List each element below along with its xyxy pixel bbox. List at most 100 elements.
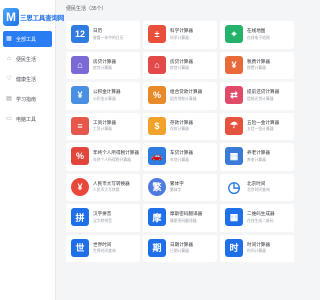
tool-title: 科学计算器 bbox=[170, 28, 193, 33]
year-end-tax-icon: % bbox=[71, 147, 89, 165]
sidebar-item-all-tools[interactable]: ▦ 全部工具 bbox=[3, 31, 52, 47]
tool-card[interactable]: 时时间计算器 时间计算器 bbox=[220, 234, 294, 262]
tool-title: 税费计算器 bbox=[247, 58, 270, 64]
tool-title: 公积金计算器 bbox=[93, 89, 121, 94]
site-logo[interactable]: M 三思工具查询网 bbox=[3, 6, 64, 30]
sidebar-item-computer-tools[interactable]: ▭ 电脑工具 bbox=[0, 111, 55, 127]
tool-card[interactable]: ⌂ 房贷计算器 房贷计算器 bbox=[143, 51, 217, 79]
tool-title: 年终个人所得税计算器 bbox=[93, 150, 139, 155]
early-repayment-icon: ⇄ bbox=[225, 86, 243, 104]
tool-grid: 12 日历 查看一年中的日历 ± 科学计算器 科学计算器 ⌖ 在线地图 在线电子地图 ⌂ 房贷计算器… bbox=[66, 21, 295, 262]
tool-card[interactable]: $ 存款计算器 存款计算器 bbox=[143, 112, 217, 140]
tool-card[interactable]: 繁繁体字 繁体字 bbox=[143, 173, 217, 201]
tool-card[interactable]: 拼汉字拼音 汉字转拼音 bbox=[66, 204, 140, 232]
deposit-calculator-icon: $ bbox=[148, 116, 166, 135]
qr-code-icon: ▦ bbox=[225, 208, 243, 226]
tool-card[interactable]: ± 科学计算器 科学计算器 bbox=[143, 21, 217, 49]
sidebar-item-convenient-life[interactable]: ⌂ 便民生活 bbox=[0, 51, 55, 67]
tool-card[interactable]: % 组合贷款计算器 组合贷款计算器 bbox=[143, 82, 217, 110]
sidebar-nav: ▦ 全部工具 ⌂ 便民生活 ♡ 健康生活 ▤ 学习指南 ▭ 电脑工具 bbox=[0, 31, 55, 131]
time-calculator-icon: 时 bbox=[225, 238, 243, 257]
main-content: 便民生活（35个） 12 日历 查看一年中的日历 ± 科学计算器 科学计算器 ⌖ 在线地图 在线… bbox=[60, 0, 300, 300]
tool-card[interactable]: ¥ 公积金计算器 公积金计算器 bbox=[66, 82, 140, 110]
tool-description: 房贷计算器 bbox=[170, 66, 189, 70]
tool-title: 时间计算器 bbox=[247, 241, 270, 247]
tool-description: 年终个人所得税计算器 bbox=[93, 157, 131, 162]
traditional-chinese-icon: 繁 bbox=[148, 177, 166, 196]
tool-description: 养老计算器 bbox=[247, 157, 266, 162]
sidebar-item-label: 健康生活 bbox=[16, 76, 37, 83]
tool-title: 日历 bbox=[93, 28, 103, 33]
tool-title: 世界时间 bbox=[93, 241, 112, 247]
tool-description: 存款计算器 bbox=[170, 127, 189, 131]
tool-title: 北京时间 bbox=[247, 180, 266, 186]
sidebar-item-label: 全部工具 bbox=[16, 36, 37, 43]
tool-title: 工资计算器 bbox=[93, 119, 116, 125]
tool-description: 北京时间查询 bbox=[247, 188, 270, 192]
tool-description: 房贷计算器 bbox=[93, 66, 112, 70]
tool-card[interactable]: ≡ 工资计算器 工资计算器 bbox=[66, 112, 140, 140]
tool-title: 提前还贷计算器 bbox=[247, 89, 280, 94]
logo-icon: M bbox=[3, 8, 19, 26]
map-icon: ⌖ bbox=[225, 25, 243, 43]
tool-card[interactable]: 世世界时间世界时间查询 bbox=[66, 234, 140, 262]
tool-description: 在线生成二维码 bbox=[247, 218, 274, 223]
tool-card[interactable]: 摩摩斯密码翻译器 摩斯密码翻译器 bbox=[143, 204, 217, 232]
tool-card[interactable]: ¥ 人民币大写转换器 人民币大写转换 bbox=[66, 173, 140, 201]
sidebar-item-label: 便民生活 bbox=[16, 56, 37, 63]
provident-fund-icon: ¥ bbox=[71, 86, 89, 104]
tool-title: 房贷计算器 bbox=[93, 58, 116, 64]
tool-card[interactable]: % 年终个人所得税计算器 年终个人所得税计算器 bbox=[66, 143, 140, 171]
tool-card[interactable]: ⇄ 提前还贷计算器 提前还贷计算器 bbox=[220, 82, 294, 110]
tool-title: 车贷计算器 bbox=[170, 150, 193, 155]
tool-description: 查看一年中的日历 bbox=[93, 35, 124, 40]
site-name: 三思工具查询网 bbox=[20, 15, 65, 22]
tool-description: 世界时间查询 bbox=[93, 249, 116, 253]
car-loan-icon: 🚗 bbox=[148, 147, 166, 165]
tool-description: 工资计算器 bbox=[93, 127, 112, 131]
sidebar-item-healthy-life[interactable]: ♡ 健康生活 bbox=[0, 71, 55, 87]
combined-loan-icon: % bbox=[148, 86, 166, 104]
scientific-calculator-icon: ± bbox=[148, 25, 166, 43]
tool-description: 公积金计算器 bbox=[93, 96, 116, 101]
monitor-icon: ▭ bbox=[6, 116, 12, 122]
tool-card[interactable]: ⌂ 房贷计算器 房贷计算器 bbox=[66, 51, 140, 79]
sidebar-item-study-guide[interactable]: ▤ 学习指南 bbox=[0, 91, 55, 107]
tool-title: 日期计算器 bbox=[170, 241, 193, 247]
tool-description: 五险一金计算器 bbox=[247, 127, 274, 131]
mortgage-calculator-icon: ⌂ bbox=[148, 55, 166, 74]
house-loan-icon: ⌂ bbox=[71, 55, 89, 74]
world-time-icon: 世 bbox=[71, 238, 89, 257]
calendar-icon: 12 bbox=[71, 25, 89, 43]
tool-card[interactable]: ¥ 税费计算器 税费计算器 bbox=[220, 51, 294, 79]
tool-card[interactable]: ☂ 五险一金计算器 五险一金计算器 bbox=[220, 112, 294, 140]
tool-title: 养老计算器 bbox=[247, 150, 270, 155]
book-icon: ▤ bbox=[6, 96, 12, 102]
tool-card[interactable]: ▦ 养老计算器 养老计算器 bbox=[220, 143, 294, 171]
salary-calculator-icon: ≡ bbox=[71, 116, 89, 135]
tool-title: 二维码生成器 bbox=[247, 211, 275, 216]
rmb-uppercase-icon: ¥ bbox=[71, 177, 89, 196]
tool-description: 组合贷款计算器 bbox=[170, 96, 197, 101]
tax-calculator-icon: ¥ bbox=[225, 55, 243, 74]
morse-code-icon: 摩 bbox=[148, 208, 166, 226]
heart-icon: ♡ bbox=[6, 76, 12, 82]
tool-description: 日期计算器 bbox=[170, 249, 189, 253]
social-insurance-icon: ☂ bbox=[225, 116, 243, 135]
tool-description: 税费计算器 bbox=[247, 66, 266, 70]
tool-title: 人民币大写转换器 bbox=[93, 180, 130, 186]
tool-title: 汉字拼音 bbox=[93, 211, 112, 216]
date-calculator-icon: 期 bbox=[148, 238, 166, 257]
tool-description: 提前还贷计算器 bbox=[247, 96, 274, 101]
tool-card[interactable]: ◷ 北京时间 北京时间查询 bbox=[220, 173, 294, 201]
pinyin-icon: 拼 bbox=[71, 208, 89, 226]
tool-description: 摩斯密码翻译器 bbox=[170, 218, 197, 223]
tool-card[interactable]: 🚗 车贷计算器 车贷计算器 bbox=[143, 143, 217, 171]
tool-card[interactable]: 12 日历查看一年中的日历 bbox=[66, 21, 140, 49]
tool-card[interactable]: 期日期计算器 日期计算器 bbox=[143, 234, 217, 262]
breadcrumb: 便民生活（35个） bbox=[66, 6, 107, 12]
tool-title: 存款计算器 bbox=[170, 119, 193, 125]
grid-icon: ▦ bbox=[6, 36, 12, 42]
tool-card[interactable]: ▦ 二维码生成器 在线生成二维码 bbox=[220, 204, 294, 232]
tool-card[interactable]: ⌖ 在线地图 在线电子地图 bbox=[220, 21, 294, 49]
